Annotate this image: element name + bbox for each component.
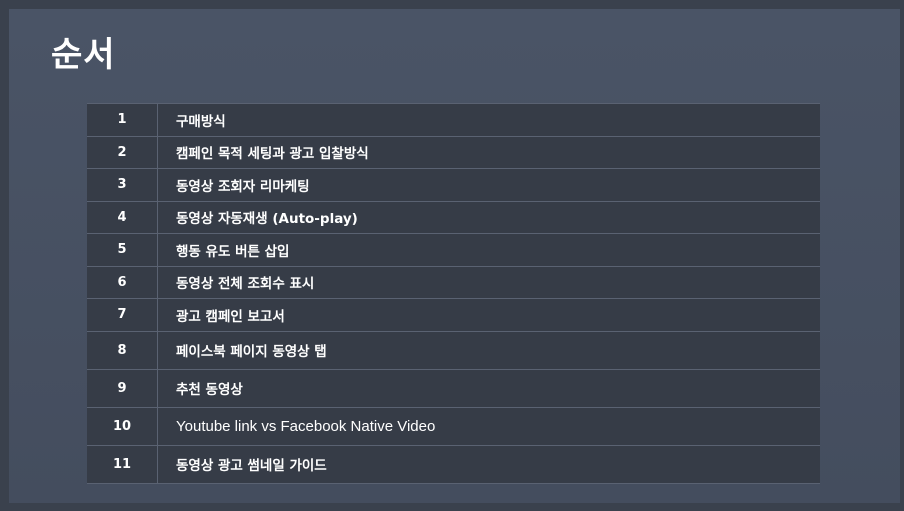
row-label: 캠페인 목적 세팅과 광고 입찰방식: [176, 146, 369, 163]
table-row: 3 동영상 조회자 리마케팅: [87, 168, 820, 201]
row-number: 11: [87, 445, 158, 483]
row-label: 행동 유도 버튼 삽입: [176, 243, 290, 260]
table-row: 6 동영상 전체 조회수 표시: [87, 266, 820, 299]
table-row: 4 동영상 자동재생 (Auto-play): [87, 201, 820, 234]
row-label: 광고 캠페인 보고서: [176, 308, 285, 325]
row-label: 구매방식: [176, 113, 226, 130]
row-label: 페이스북 페이지 동영상 탭: [176, 344, 327, 360]
table-row: 8 페이스북 페이지 동영상 탭: [87, 331, 820, 369]
table-row: 2 캠페인 목적 세팅과 광고 입찰방식: [87, 136, 820, 169]
table-row: 7 광고 캠페인 보고서: [87, 298, 820, 331]
slide-title: 순서: [51, 35, 116, 75]
row-label: 동영상 자동재생 (Auto-play): [176, 211, 358, 228]
row-number: 6: [87, 266, 158, 299]
row-label: 동영상 전체 조회수 표시: [176, 276, 315, 293]
row-number: 7: [87, 298, 158, 331]
row-label: 동영상 조회자 리마케팅: [176, 178, 310, 195]
table-row: 1 구매방식: [87, 103, 820, 136]
row-number: 1: [87, 103, 158, 136]
row-number: 3: [87, 168, 158, 201]
row-number: 8: [87, 331, 158, 369]
table-row: 10 Youtube link vs Facebook Native Video: [87, 407, 820, 445]
row-number: 5: [87, 233, 158, 266]
table-row: 11 동영상 광고 썸네일 가이드: [87, 445, 820, 483]
row-label: 동영상 광고 썸네일 가이드: [176, 458, 327, 474]
row-number: 2: [87, 136, 158, 169]
table-of-contents: 1 구매방식 2 캠페인 목적 세팅과 광고 입찰방식 3 동영상 조회자 리마…: [87, 103, 820, 484]
row-label: 추천 동영상: [176, 382, 243, 398]
slide: 순서 1 구매방식 2 캠페인 목적 세팅과 광고 입찰방식 3 동영상 조회자…: [9, 9, 900, 503]
row-number: 4: [87, 201, 158, 234]
row-label: Youtube link vs Facebook Native Video: [176, 417, 436, 435]
table-row: 5 행동 유도 버튼 삽입: [87, 233, 820, 266]
table-row: 9 추천 동영상: [87, 369, 820, 407]
row-number: 10: [87, 407, 158, 445]
row-number: 9: [87, 369, 158, 407]
